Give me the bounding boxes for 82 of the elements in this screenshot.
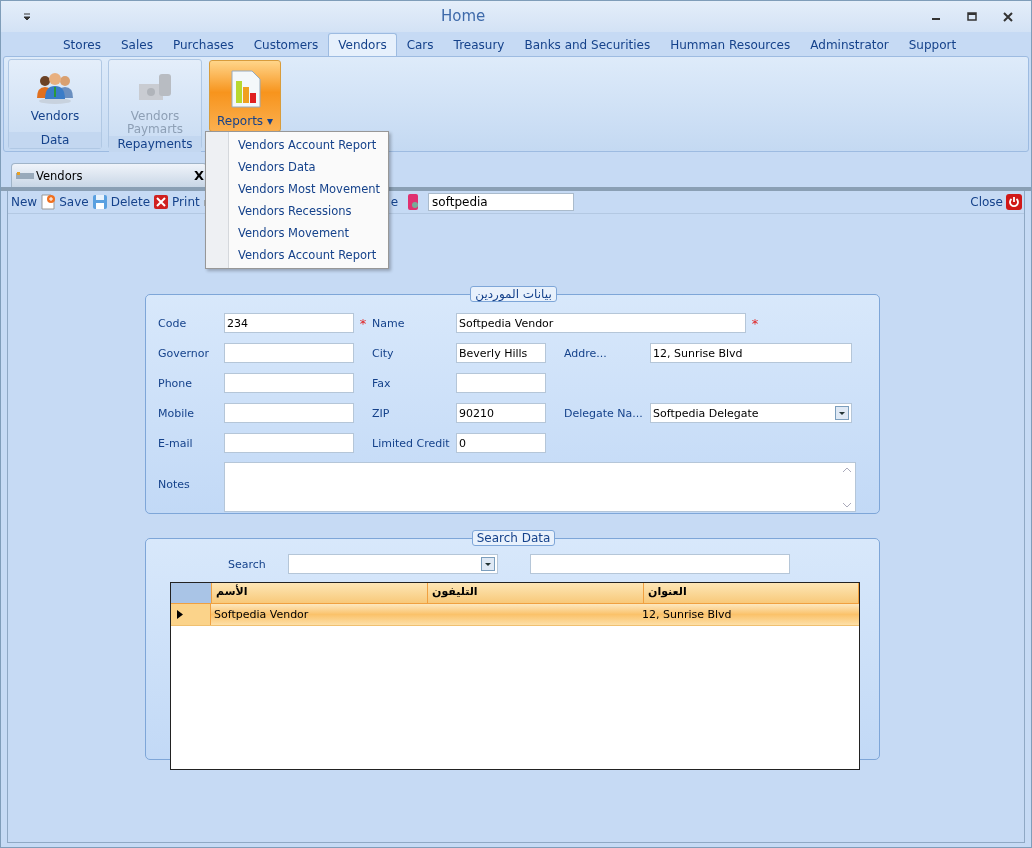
save-icon[interactable] (91, 194, 108, 210)
toolbar-button[interactable]: Print (171, 195, 201, 209)
dropdown-field[interactable]: Softpedia Delegate (650, 403, 852, 423)
document-tab[interactable]: Vendors X (11, 163, 207, 187)
menu-item[interactable]: Vendors Movement (208, 222, 386, 244)
field-label: E-mail (158, 436, 194, 450)
chart-report-icon (228, 69, 262, 109)
field-label: Code (158, 316, 188, 330)
field-label: ZIP (372, 406, 391, 420)
ribbon-tab[interactable]: Purchases (162, 33, 244, 56)
menu-item[interactable]: Vendors Most Movement (208, 178, 386, 200)
window-title: Home (441, 7, 486, 25)
ribbon-tab[interactable]: Customers (243, 33, 329, 56)
dropdown-field[interactable] (288, 554, 498, 574)
field-label: Mobile (158, 406, 196, 420)
ribbon-tab[interactable]: Vendors (328, 33, 397, 56)
ribbon-tab[interactable]: Stores (53, 33, 111, 56)
quick-access-icon[interactable] (23, 12, 31, 21)
ribbon-tab[interactable]: Sales (110, 33, 163, 56)
toolbar-label: e (390, 195, 399, 209)
ribbon-tab[interactable]: Humman Resources (660, 33, 801, 56)
notes-field[interactable] (224, 462, 856, 512)
people-icon (35, 70, 75, 104)
ribbon-button[interactable]: Reports ▾ (209, 60, 281, 132)
input-field[interactable] (456, 373, 546, 393)
field-label: Addre... (564, 346, 608, 360)
search-field[interactable] (530, 554, 790, 574)
field-label: Search (228, 557, 267, 571)
column-header[interactable]: العنوان (644, 583, 859, 603)
field-label: Limited Credit (372, 436, 451, 450)
toolbar-button[interactable]: Save (58, 195, 90, 209)
column-header[interactable]: الأسم (212, 583, 428, 603)
table-cell-text: 12, Sunrise Blvd (641, 608, 733, 621)
close-tab-button[interactable]: X (193, 168, 204, 183)
input-field[interactable]: 0 (456, 433, 546, 453)
input-field[interactable]: 234 (224, 313, 354, 333)
ribbon-tab[interactable]: Treasury (443, 33, 515, 56)
required-mark: * (751, 315, 759, 331)
input-field[interactable] (224, 343, 354, 363)
form-icon (16, 171, 34, 180)
current-row-icon (177, 610, 183, 619)
grid-row[interactable]: Softpedia Vendor 12, Sunrise Blvd (171, 604, 859, 626)
power-icon[interactable] (1006, 194, 1022, 210)
ribbon-tab[interactable]: Support (898, 33, 967, 56)
field-label: Name (372, 316, 406, 330)
input-field[interactable]: 90210 (456, 403, 546, 423)
table-cell-text: Softpedia Vendor (213, 608, 310, 621)
group-title: Search Data (471, 530, 556, 546)
required-mark: * (359, 315, 367, 331)
group-title: بيانات الموردين (470, 286, 557, 302)
document-tab-label: Vendors (36, 168, 83, 183)
close-button[interactable]: Close (969, 195, 1004, 209)
add-document-icon[interactable] (40, 194, 57, 210)
field-label: City (372, 346, 395, 360)
input-field[interactable]: Beverly Hills (456, 343, 546, 363)
ribbon-tab[interactable]: Adminstrator (800, 33, 899, 56)
column-header[interactable]: التليفون (428, 583, 644, 603)
toolbar-button[interactable]: Delete (109, 195, 152, 209)
menu-item[interactable]: Vendors Account Report (208, 244, 386, 266)
ribbon-button[interactable]: Vendors (9, 60, 101, 132)
search-field[interactable]: softpedia (428, 193, 575, 211)
maximize-icon[interactable] (967, 11, 977, 22)
ribbon-tab[interactable]: Banks and Securities (514, 33, 661, 56)
input-field[interactable]: Softpedia Vendor (456, 313, 746, 333)
input-field[interactable]: 12, Sunrise Blvd (650, 343, 852, 363)
menu-item[interactable]: Vendors Data (208, 156, 386, 178)
menu-item[interactable]: Vendors Account Report (208, 134, 386, 156)
field-label: Governor (158, 346, 211, 360)
field-label: Fax (372, 376, 392, 390)
close-icon[interactable] (1003, 11, 1013, 22)
toolbar-button[interactable]: New (10, 195, 39, 209)
ribbon-tab[interactable]: Cars (396, 33, 444, 56)
ribbon-group-label: Data (9, 132, 101, 148)
field-label: Delegate Na... (564, 406, 644, 420)
field-label: Phone (158, 376, 194, 390)
input-field[interactable] (224, 403, 354, 423)
menu-item[interactable]: Vendors Recessions (208, 200, 386, 222)
field-label: Notes (158, 478, 191, 491)
input-field[interactable] (224, 433, 354, 453)
ribbon-group-label: Repayments (109, 136, 201, 152)
input-field[interactable] (224, 373, 354, 393)
delete-icon[interactable] (153, 194, 170, 210)
